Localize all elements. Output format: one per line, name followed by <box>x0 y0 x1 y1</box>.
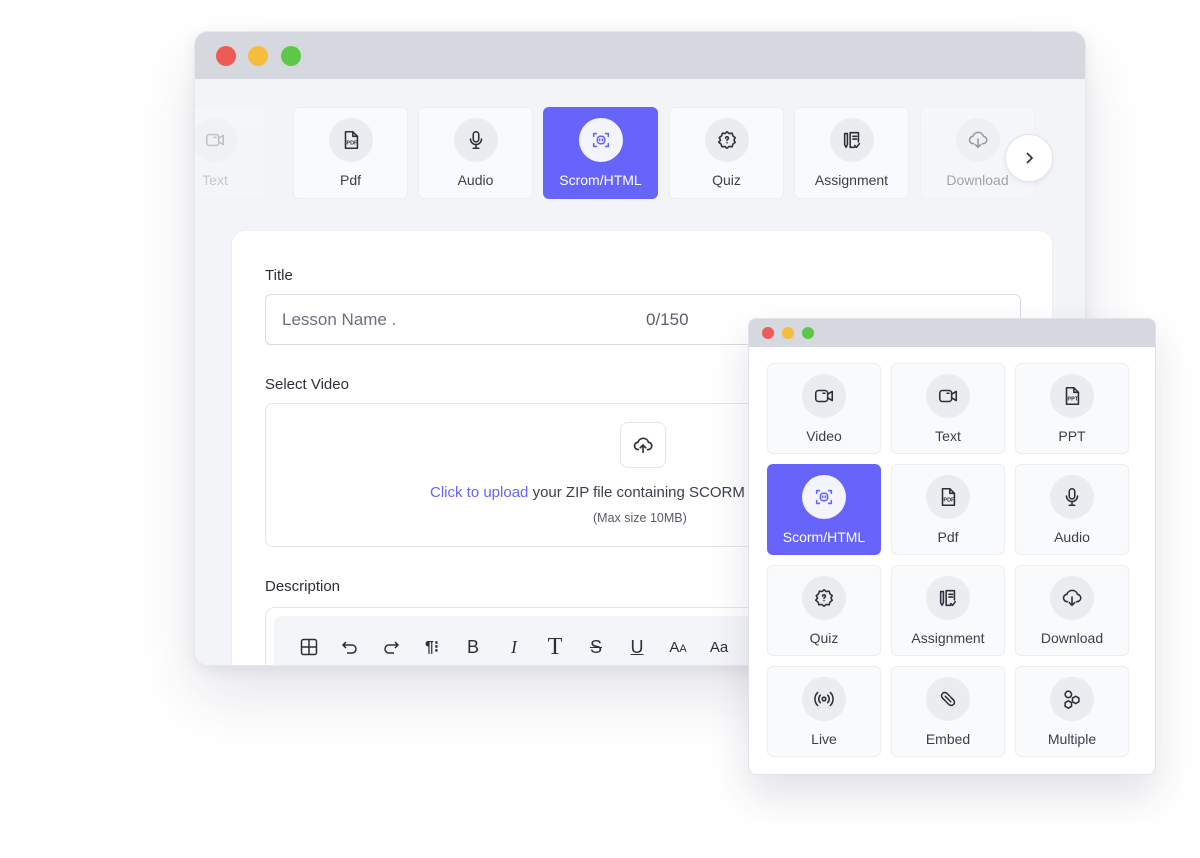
font-size-icon[interactable]: AA <box>667 636 689 658</box>
minimize-window-button[interactable] <box>782 327 794 339</box>
lesson-type-ppt[interactable]: PPT PPT <box>1015 363 1129 454</box>
lesson-type-video[interactable]: Video <box>767 363 881 454</box>
tile-label: Live <box>811 731 837 747</box>
undo-icon[interactable] <box>339 636 361 658</box>
tile-label: Quiz <box>809 630 839 646</box>
lesson-type-multiple[interactable]: Multiple <box>1015 666 1129 757</box>
click-to-upload-link[interactable]: Click to upload <box>430 484 528 501</box>
live-icon <box>802 677 846 721</box>
lesson-type-audio[interactable]: Audio <box>1015 464 1129 555</box>
font-case-icon[interactable]: Aa <box>708 636 730 658</box>
lesson-type-tabs: Text PDF Pdf Audio Scrom/HTML Quiz Assignment D… <box>195 107 1085 199</box>
tile-label: Pdf <box>339 172 361 188</box>
maximize-window-button[interactable] <box>802 327 814 339</box>
table-icon[interactable] <box>298 636 320 658</box>
microphone-icon <box>453 118 498 162</box>
tile-label: Download <box>1040 630 1104 646</box>
lesson-type-pdf[interactable]: PDF Pdf <box>891 464 1005 555</box>
next-tabs-button[interactable] <box>1005 134 1053 182</box>
lesson-type-live[interactable]: Live <box>767 666 881 757</box>
paragraph-icon[interactable]: ¶⁝ <box>421 636 443 658</box>
close-window-button[interactable] <box>216 46 236 66</box>
lesson-type-quiz[interactable]: Quiz <box>767 565 881 656</box>
select-video-label: Select Video <box>265 376 349 393</box>
title-placeholder: Lesson Name . <box>282 309 397 329</box>
video-icon <box>195 118 237 162</box>
chevron-right-icon <box>1026 152 1034 164</box>
strikethrough-icon[interactable]: S <box>585 636 607 658</box>
underline-icon[interactable]: U <box>626 636 648 658</box>
lesson-type-audio[interactable]: Audio <box>418 107 533 199</box>
scorm-icon <box>578 118 623 162</box>
microphone-icon <box>1050 475 1094 519</box>
minimize-window-button[interactable] <box>248 46 268 66</box>
lesson-type-assignment[interactable]: Assignment <box>794 107 909 199</box>
pdf-icon: PDF <box>926 475 970 519</box>
quiz-icon <box>704 118 749 162</box>
video-icon <box>802 374 846 418</box>
tile-label: Assignment <box>911 630 985 646</box>
lesson-type-text[interactable]: Text <box>891 363 1005 454</box>
tile-label: Pdf <box>937 529 959 545</box>
lesson-type-embed[interactable]: Embed <box>891 666 1005 757</box>
title-bar <box>195 32 1085 79</box>
tile-label: PPT <box>1058 428 1086 444</box>
italic-icon[interactable]: I <box>503 636 525 658</box>
lesson-type-quiz[interactable]: Quiz <box>669 107 784 199</box>
upload-size-hint: (Max size 10MB) <box>593 511 687 525</box>
tile-label: Text <box>935 428 961 444</box>
tile-label: Multiple <box>1047 731 1097 747</box>
ppt-icon: PPT <box>1050 374 1094 418</box>
lesson-type-picker-window: Video Text PPT PPT Scorm/HTML PDF Pdf Audio Quiz… <box>748 318 1156 775</box>
tile-label: Quiz <box>712 172 741 188</box>
video-icon <box>926 374 970 418</box>
tile-label: Text <box>202 172 228 188</box>
maximize-window-button[interactable] <box>281 46 301 66</box>
tile-label: Assignment <box>814 172 889 188</box>
assignment-icon <box>829 118 874 162</box>
assignment-icon <box>926 576 970 620</box>
embed-icon <box>926 677 970 721</box>
tile-label: Video <box>806 428 842 444</box>
popup-title-bar <box>749 319 1155 347</box>
bold-icon[interactable]: B <box>462 636 484 658</box>
lesson-type-pdf[interactable]: PDF Pdf <box>293 107 408 199</box>
title-char-count: 0/150 <box>646 309 689 329</box>
lesson-type-scorm-html[interactable]: Scorm/HTML <box>767 464 881 555</box>
pdf-icon: PDF <box>328 118 373 162</box>
cloud-download-icon <box>955 118 1000 162</box>
lesson-type-text[interactable]: Text <box>195 107 265 199</box>
svg-text:PDF: PDF <box>943 498 955 504</box>
quiz-icon <box>802 576 846 620</box>
multiple-icon <box>1050 677 1094 721</box>
text-icon[interactable]: T <box>544 634 566 660</box>
tile-label: Audio <box>457 172 494 188</box>
tile-label: Scorm/HTML <box>782 529 866 545</box>
upload-cloud-icon <box>620 422 666 468</box>
title-label: Title <box>265 267 293 284</box>
svg-text:PDF: PDF <box>346 141 358 147</box>
close-window-button[interactable] <box>762 327 774 339</box>
tile-label: Embed <box>925 731 971 747</box>
description-label: Description <box>265 578 341 595</box>
lesson-type-download[interactable]: Download <box>1015 565 1129 656</box>
lesson-type-assignment[interactable]: Assignment <box>891 565 1005 656</box>
scorm-icon <box>802 475 846 519</box>
cloud-download-icon <box>1050 576 1094 620</box>
tile-label: Audio <box>1054 529 1090 545</box>
svg-text:PPT: PPT <box>1067 397 1078 403</box>
tile-label: Scrom/HTML <box>559 172 642 188</box>
upload-instructions: your ZIP file containing SCORM <box>532 484 745 501</box>
redo-icon[interactable] <box>380 636 402 658</box>
lesson-type-scrom-html[interactable]: Scrom/HTML <box>543 107 658 199</box>
